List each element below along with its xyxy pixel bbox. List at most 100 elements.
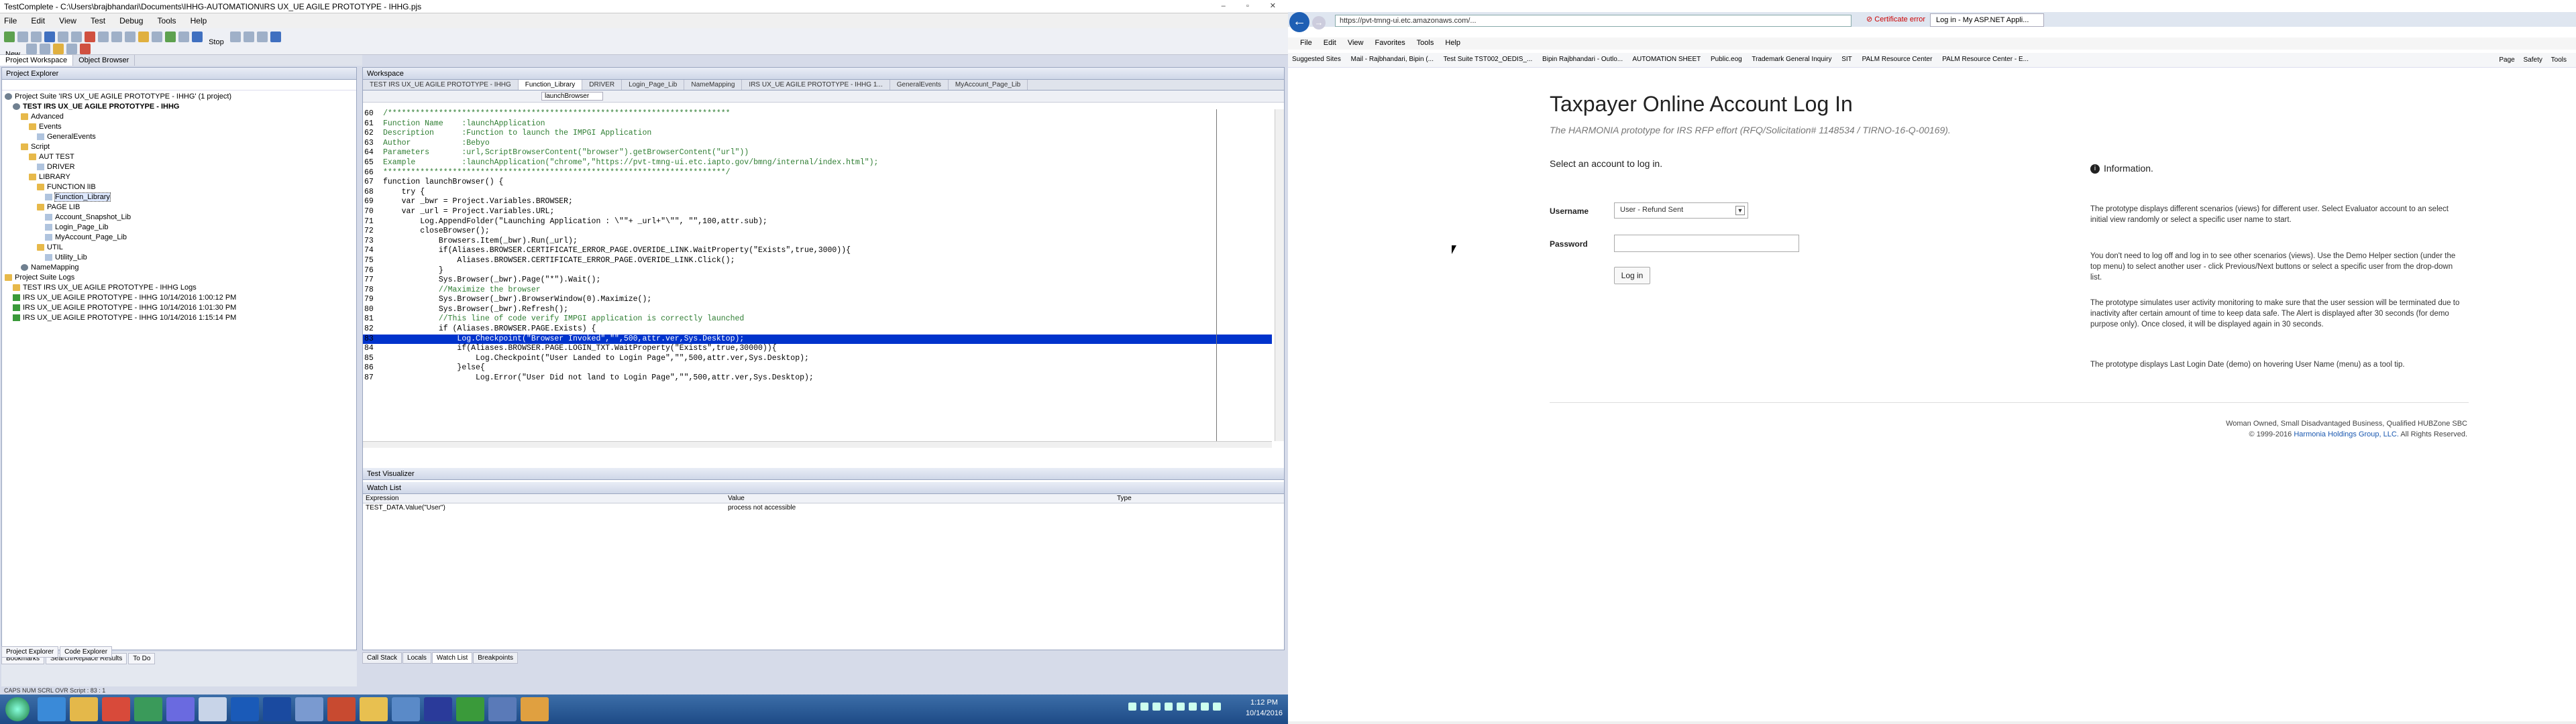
- tab-breakpoints[interactable]: Breakpoints: [473, 652, 519, 664]
- tree-node[interactable]: NameMapping: [2, 263, 356, 273]
- app-taskbar-icon[interactable]: [521, 697, 549, 721]
- tools-menu[interactable]: Tools: [2551, 56, 2567, 64]
- menu-debug[interactable]: Debug: [119, 16, 143, 25]
- username-select[interactable]: User - Refund Sent ▼: [1614, 202, 1748, 219]
- editor-tab[interactable]: NameMapping: [684, 80, 743, 90]
- address-bar[interactable]: https://pvt-tmng-ui.etc.amazonaws.com/..…: [1335, 15, 1851, 27]
- favorite-link[interactable]: Suggested Sites: [1292, 56, 1341, 63]
- tree-node[interactable]: Events: [2, 122, 356, 132]
- app-taskbar-icon[interactable]: [424, 697, 452, 721]
- tree-node[interactable]: Login_Page_Lib: [2, 223, 356, 233]
- tree-node[interactable]: Function_Library: [2, 192, 356, 202]
- forward-arrow-icon[interactable]: →: [1312, 16, 1326, 29]
- tree-node[interactable]: TEST IRS UX_UE AGILE PROTOTYPE - IHHG Lo…: [2, 283, 356, 293]
- tree-node[interactable]: UTIL: [2, 243, 356, 253]
- delete-icon[interactable]: [85, 32, 95, 42]
- col-expression[interactable]: Expression: [366, 495, 398, 502]
- folder-icon[interactable]: [53, 44, 64, 54]
- menu-tools[interactable]: Tools: [158, 16, 176, 25]
- editor-tab[interactable]: GeneralEvents: [890, 80, 949, 90]
- tree-node[interactable]: GeneralEvents: [2, 132, 356, 142]
- ie-menu-edit[interactable]: Edit: [1324, 39, 1336, 47]
- tree-node[interactable]: Utility_Lib: [2, 253, 356, 263]
- favorite-link[interactable]: Mail - Rajbhandari, Bipin (...: [1351, 56, 1434, 63]
- favorite-link[interactable]: PALM Resource Center: [1862, 56, 1933, 63]
- cut-icon[interactable]: [98, 32, 109, 42]
- app-taskbar-icon[interactable]: [360, 697, 388, 721]
- undo-icon[interactable]: [58, 32, 68, 42]
- favorite-link[interactable]: Bipin Rajbhandari - Outlo...: [1542, 56, 1623, 63]
- tree-node[interactable]: MyAccount_Page_Lib: [2, 233, 356, 243]
- test-visualizer-header[interactable]: Test Visualizer: [363, 468, 1284, 480]
- explorer-taskbar-icon[interactable]: [70, 697, 98, 721]
- ie-menu-favorites[interactable]: Favorites: [1375, 39, 1405, 47]
- save-icon[interactable]: [31, 32, 42, 42]
- back-arrow-icon[interactable]: ←: [1289, 12, 1309, 32]
- password-field[interactable]: [1614, 235, 1799, 252]
- app-taskbar-icon[interactable]: [134, 697, 162, 721]
- checkpoint-icon[interactable]: [152, 32, 162, 42]
- tab-code-explorer[interactable]: Code Explorer: [60, 646, 113, 658]
- favorite-link[interactable]: Public.eog: [1711, 56, 1742, 63]
- step-over-icon[interactable]: [243, 32, 254, 42]
- tree-node[interactable]: IRS UX_UE AGILE PROTOTYPE - IHHG 10/14/2…: [2, 303, 356, 313]
- tab-project-explorer[interactable]: Project Explorer: [1, 646, 59, 658]
- editor-tab[interactable]: TEST IRS UX_UE AGILE PROTOTYPE - IHHG: [363, 80, 519, 90]
- menu-help[interactable]: Help: [191, 16, 207, 25]
- menu-file[interactable]: File: [4, 16, 17, 25]
- favorite-link[interactable]: Test Suite TST002_OEDIS_...: [1444, 56, 1533, 63]
- stop-icon[interactable]: [192, 32, 203, 42]
- tree-node[interactable]: FUNCTION lIB: [2, 182, 356, 192]
- run-icon[interactable]: [4, 32, 15, 42]
- app-taskbar-icon[interactable]: [392, 697, 420, 721]
- tree-node[interactable]: Account_Snapshot_Lib: [2, 213, 356, 223]
- certificate-error[interactable]: ⊘ Certificate error: [1866, 15, 1925, 23]
- tab-todo[interactable]: To Do: [128, 653, 156, 664]
- tree-node[interactable]: Script: [2, 142, 356, 152]
- paste-icon[interactable]: [125, 32, 136, 42]
- app-taskbar-icon[interactable]: [295, 697, 323, 721]
- tree-node[interactable]: IRS UX_UE AGILE PROTOTYPE - IHHG 10/14/2…: [2, 313, 356, 323]
- ie-taskbar-icon[interactable]: [38, 697, 66, 721]
- redo-icon[interactable]: [71, 32, 82, 42]
- word-taskbar-icon[interactable]: [263, 697, 291, 721]
- safety-menu[interactable]: Safety: [2524, 56, 2542, 64]
- editor-tab-active[interactable]: Function_Library: [518, 80, 583, 90]
- ie-menu-tools[interactable]: Tools: [1417, 39, 1434, 47]
- editor-tab[interactable]: Login_Page_Lib: [622, 80, 685, 90]
- open-icon[interactable]: [17, 32, 28, 42]
- tab-project-workspace[interactable]: Project Workspace: [0, 55, 74, 66]
- step-icon[interactable]: [229, 32, 241, 42]
- col-type[interactable]: Type: [1117, 495, 1132, 502]
- remove-icon[interactable]: [40, 44, 51, 54]
- start-button[interactable]: [5, 697, 30, 721]
- tree-node[interactable]: DRIVER: [2, 162, 356, 172]
- properties-icon[interactable]: [66, 44, 78, 54]
- favorite-link[interactable]: AUTOMATION SHEET: [1632, 56, 1701, 63]
- app-taskbar-icon[interactable]: [327, 697, 356, 721]
- menu-edit[interactable]: Edit: [31, 16, 45, 25]
- copy-icon[interactable]: [111, 32, 122, 42]
- app-taskbar-icon[interactable]: [231, 697, 259, 721]
- favorite-link[interactable]: PALM Resource Center - E...: [1942, 56, 2029, 63]
- ie-menu-file[interactable]: File: [1300, 39, 1312, 47]
- pause-icon[interactable]: [178, 32, 189, 42]
- tab-call-stack[interactable]: Call Stack: [362, 652, 402, 664]
- harmonia-link[interactable]: Harmonia Holdings Group, LLC.: [2294, 430, 2399, 438]
- tab-watch-list[interactable]: Watch List: [431, 652, 473, 664]
- clock[interactable]: 1:12 PM 10/14/2016: [1246, 697, 1283, 719]
- editor-vertical-scrollbar[interactable]: [1275, 109, 1284, 441]
- chevron-down-icon[interactable]: ▼: [1735, 206, 1745, 215]
- close-item-icon[interactable]: [80, 44, 91, 54]
- chrome-taskbar-icon[interactable]: [102, 697, 130, 721]
- app-taskbar-icon[interactable]: [166, 697, 195, 721]
- page-menu[interactable]: Page: [2499, 56, 2514, 64]
- col-value[interactable]: Value: [728, 495, 745, 502]
- menu-view[interactable]: View: [59, 16, 76, 25]
- ie-menu-help[interactable]: Help: [1445, 39, 1460, 47]
- play-icon[interactable]: [165, 32, 176, 42]
- add-icon[interactable]: [26, 44, 38, 54]
- tree-node[interactable]: Project Suite 'IRS UX_UE AGILE PROTOTYPE…: [2, 92, 356, 102]
- record-icon[interactable]: [138, 32, 149, 42]
- editor-tab[interactable]: IRS UX_UE AGILE PROTOTYPE - IHHG 1...: [742, 80, 890, 90]
